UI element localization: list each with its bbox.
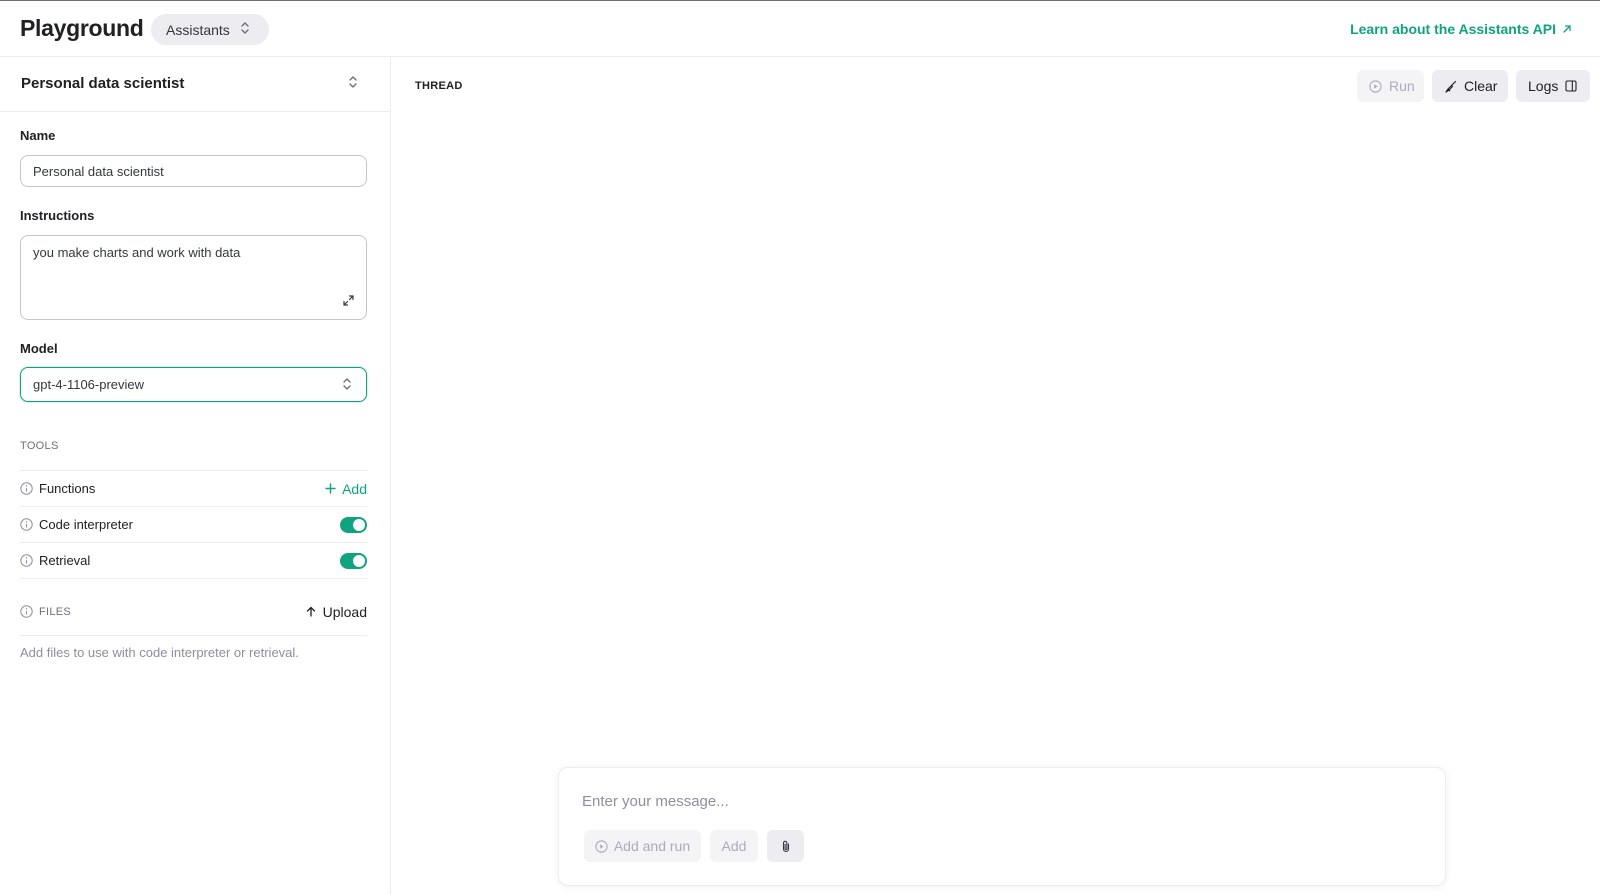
model-select-value: gpt-4-1106-preview [33, 377, 145, 392]
model-select[interactable]: gpt-4-1106-preview [20, 367, 367, 402]
top-header: Playground Assistants Learn about the As… [0, 0, 1600, 57]
panel-icon [1565, 80, 1577, 92]
files-section-label: FILES [39, 605, 72, 618]
chevron-updown-icon [348, 75, 358, 94]
run-button-label: Run [1389, 78, 1415, 94]
name-label: Name [20, 128, 56, 143]
add-message-button[interactable]: Add [710, 830, 758, 862]
info-icon[interactable] [20, 518, 33, 531]
expand-icon[interactable] [343, 294, 354, 309]
info-icon[interactable] [20, 482, 33, 495]
instructions-field-value: you make charts and work with data [33, 245, 241, 260]
model-label: Model [20, 341, 58, 356]
clear-button[interactable]: Clear [1432, 70, 1508, 102]
files-section-header: FILES Upload [20, 588, 367, 636]
plus-icon [325, 481, 336, 497]
add-and-run-label: Add and run [613, 838, 691, 854]
info-icon[interactable] [20, 554, 33, 567]
broom-icon [1444, 80, 1457, 93]
paperclip-icon [781, 840, 791, 853]
upload-label: Upload [322, 603, 367, 620]
message-input[interactable] [582, 793, 1402, 810]
arrow-up-right-icon [1562, 21, 1572, 37]
run-button[interactable]: Run [1357, 70, 1424, 102]
play-circle-icon [1369, 79, 1382, 93]
upload-arrow-icon [306, 604, 316, 620]
add-and-run-button[interactable]: Add and run [584, 830, 701, 862]
learn-assistants-api-link[interactable]: Learn about the Assistants API [1350, 21, 1572, 37]
tool-row-code-interpreter: Code interpreter [20, 506, 367, 542]
tool-row-retrieval: Retrieval [20, 542, 367, 579]
name-field[interactable]: Personal data scientist [20, 155, 367, 187]
tool-name: Code interpreter [39, 517, 133, 532]
info-icon[interactable] [20, 605, 33, 618]
upload-button[interactable]: Upload [306, 604, 367, 620]
play-circle-icon [595, 839, 608, 853]
mode-selector-label: Assistants [166, 21, 230, 38]
instructions-field[interactable]: you make charts and work with data [20, 235, 367, 320]
assistant-config-sidebar: Personal data scientist Name Personal da… [0, 57, 391, 895]
logs-button-label: Logs [1528, 78, 1559, 94]
chevron-updown-icon [342, 377, 352, 394]
files-empty-hint: Add files to use with code interpreter o… [20, 645, 299, 660]
thread-label: THREAD [415, 80, 463, 92]
message-composer: Add and run Add [558, 767, 1446, 886]
retrieval-toggle[interactable] [340, 552, 367, 569]
attach-file-button[interactable] [767, 830, 804, 862]
instructions-label: Instructions [20, 208, 95, 223]
tool-name: Functions [39, 481, 96, 496]
add-function-label: Add [342, 480, 367, 497]
name-field-value: Personal data scientist [33, 163, 164, 179]
assistant-selector[interactable]: Personal data scientist [0, 57, 390, 112]
code-interpreter-toggle[interactable] [340, 516, 367, 533]
tool-name: Retrieval [39, 553, 91, 568]
tool-row-functions: Functions Add [20, 470, 367, 506]
add-message-label: Add [721, 838, 747, 854]
add-function-button[interactable]: Add [325, 481, 367, 497]
clear-button-label: Clear [1464, 78, 1498, 94]
assistant-selector-label: Personal data scientist [21, 75, 185, 92]
chevron-updown-icon [240, 21, 250, 38]
learn-link-label: Learn about the Assistants API [1350, 21, 1556, 37]
app-title: Playground [20, 15, 144, 41]
logs-button[interactable]: Logs [1516, 70, 1590, 102]
tools-section-label: TOOLS [20, 440, 59, 452]
mode-selector[interactable]: Assistants [151, 14, 269, 45]
